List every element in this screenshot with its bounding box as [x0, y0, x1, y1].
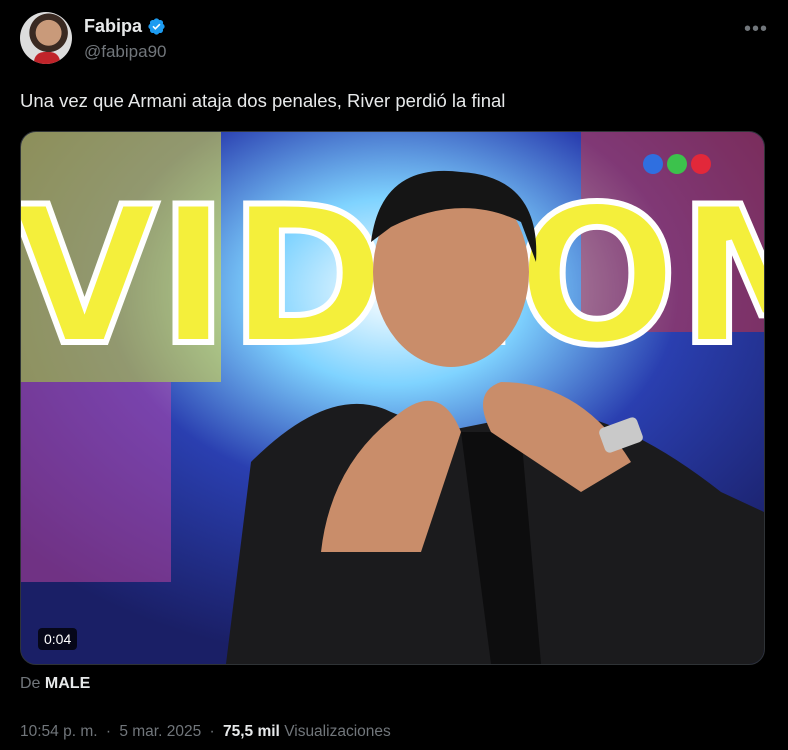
source-account-link[interactable]: MALE	[45, 675, 90, 692]
video-frame: VIDEOM	[21, 132, 764, 664]
tweet-header: Fabipa @fabipa90 •••	[20, 12, 768, 72]
views-count: 75,5 mil	[223, 723, 280, 740]
video-duration-badge: 0:04	[38, 628, 78, 650]
author-name-row: Fabipa	[84, 16, 166, 37]
author-display-name[interactable]: Fabipa	[84, 16, 142, 37]
author-handle[interactable]: @fabipa90	[84, 42, 167, 62]
meta-separator: ·	[209, 723, 215, 740]
avatar[interactable]	[20, 12, 72, 64]
tweet-metadata: 10:54 p. m. · 5 mar. 2025 · 75,5 mil Vis…	[20, 723, 391, 741]
tweet-date[interactable]: 5 mar. 2025	[119, 723, 201, 740]
source-prefix: De	[20, 675, 41, 692]
video-source: De MALE	[20, 675, 90, 693]
tweet-time[interactable]: 10:54 p. m.	[20, 723, 98, 740]
more-options-icon[interactable]: •••	[744, 18, 768, 41]
verified-badge-icon	[148, 18, 165, 35]
tweet-text: Una vez que Armani ataja dos penales, Ri…	[20, 90, 506, 111]
video-player[interactable]: VIDEOM 0:04	[20, 131, 765, 665]
views-label: Visualizaciones	[284, 723, 391, 740]
meta-separator: ·	[105, 723, 112, 740]
